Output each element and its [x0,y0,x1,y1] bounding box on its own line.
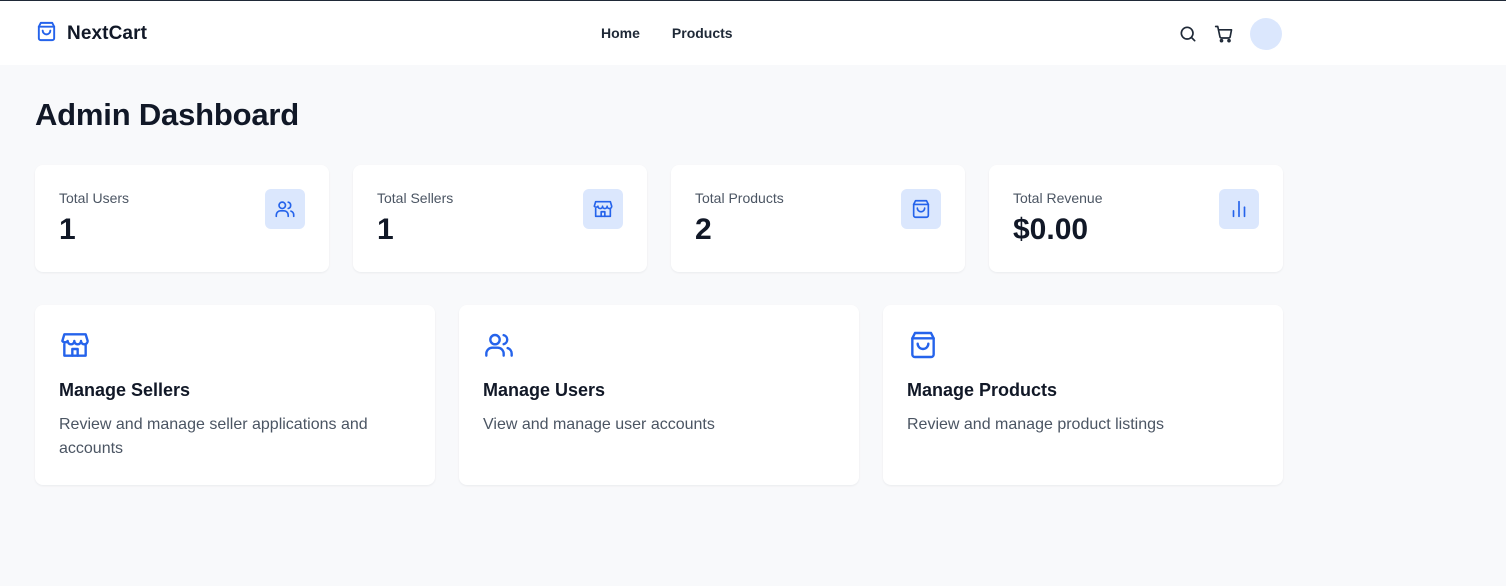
nav-link-products[interactable]: Products [672,25,733,41]
header-actions [1177,18,1282,50]
stat-value: 1 [377,213,394,246]
users-icon [483,329,515,361]
shopping-bag-icon [901,189,941,229]
user-avatar[interactable] [1250,18,1282,50]
stat-label: Total Products [695,190,784,206]
nav-link-home[interactable]: Home [601,25,640,41]
manage-sellers-card[interactable]: Manage Sellers Review and manage seller … [35,305,435,485]
brand-logo[interactable]: NextCart [35,21,147,47]
stat-card-total-revenue: Total Revenue $0.00 [989,165,1283,272]
stat-value: $0.00 [1013,213,1089,246]
stat-value: 2 [695,213,712,246]
main-nav: Home Products [601,25,733,41]
bar-chart-icon [1219,189,1259,229]
store-icon [59,329,91,361]
top-navbar: NextCart Home Products [0,0,1506,65]
shopping-bag-icon [907,329,939,361]
shopping-bag-icon [35,20,58,48]
page-title: Admin Dashboard [35,97,299,132]
cart-icon [1214,25,1233,43]
stat-label: Total Users [59,190,130,206]
cart-button[interactable] [1213,23,1235,45]
stat-label: Total Revenue [1013,190,1103,206]
users-icon [265,189,305,229]
stat-card-total-products: Total Products 2 [671,165,965,272]
search-icon [1180,26,1196,42]
manage-users-card[interactable]: Manage Users View and manage user accoun… [459,305,859,485]
card-description: Review and manage product listings [907,416,1165,433]
card-description: View and manage user accounts [483,416,715,433]
store-icon [583,189,623,229]
card-description: Review and manage seller applications an… [59,416,368,457]
brand-name: NextCart [67,23,147,44]
stat-card-total-sellers: Total Sellers 1 [353,165,647,272]
manage-products-card[interactable]: Manage Products Review and manage produc… [883,305,1283,485]
card-title: Manage Products [907,380,1058,400]
search-button[interactable] [1177,23,1199,45]
stat-card-total-users: Total Users 1 [35,165,329,272]
card-title: Manage Users [483,380,606,400]
stat-label: Total Sellers [377,190,454,206]
stat-value: 1 [59,213,76,246]
card-title: Manage Sellers [59,380,191,400]
